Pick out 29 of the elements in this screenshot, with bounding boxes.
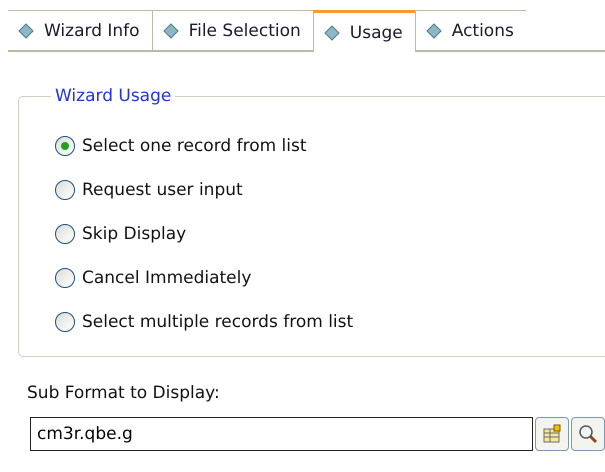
tab[interactable]: Usage: [312, 10, 415, 52]
table-icon: [541, 423, 563, 445]
diamond-icon: [426, 22, 442, 38]
option-label: Skip Display: [82, 224, 186, 244]
tab[interactable]: File Selection: [152, 10, 313, 50]
diamond-icon: [162, 22, 179, 38]
diamond-icon: [18, 22, 34, 38]
tab[interactable]: Actions: [414, 10, 526, 50]
sub-format-field[interactable]: cm3r.qbe.g: [30, 417, 533, 451]
radio-button[interactable]: [55, 136, 75, 156]
option-label: Cancel Immediately: [82, 268, 252, 288]
option-label: Select one record from list: [82, 136, 307, 156]
radio-option[interactable]: Skip Display: [55, 212, 605, 256]
radio-option[interactable]: Request user input: [55, 168, 605, 212]
search-icon: [577, 423, 599, 445]
table-button[interactable]: [535, 417, 569, 451]
radio-button[interactable]: [55, 224, 75, 244]
radio-option[interactable]: Cancel Immediately: [55, 256, 605, 300]
diamond-icon: [324, 24, 340, 40]
radio-button[interactable]: [55, 312, 75, 332]
radio-option[interactable]: Select multiple records from list: [55, 300, 605, 344]
group-title: Wizard Usage: [54, 86, 172, 106]
option-label: Select multiple records from list: [82, 312, 354, 332]
field-label: Sub Format to Display:: [27, 383, 221, 403]
option-label: Request user input: [82, 180, 243, 200]
radio-option[interactable]: Select one record from list: [55, 124, 605, 168]
radio-button[interactable]: [55, 268, 75, 288]
search-button[interactable]: [571, 417, 605, 451]
radio-button[interactable]: [55, 180, 75, 200]
